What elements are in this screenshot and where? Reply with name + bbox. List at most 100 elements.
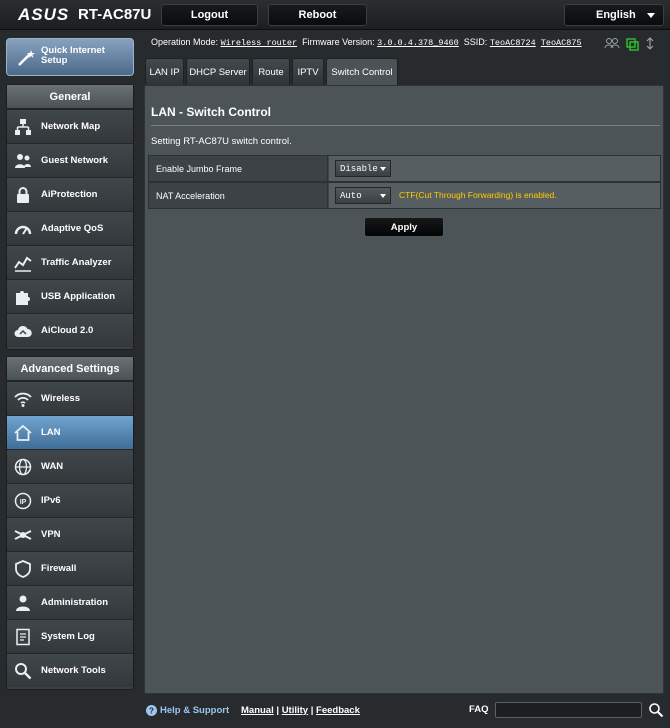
- sidebar-item-label: LAN: [41, 427, 61, 438]
- advanced-settings-title: Advanced Settings: [7, 357, 133, 381]
- feedback-link[interactable]: Feedback: [316, 705, 360, 716]
- tools-icon: [15, 663, 32, 680]
- sidebar-item-adaptive-qos[interactable]: Adaptive QoS: [7, 211, 133, 245]
- sidebar-item-administration[interactable]: Administration: [7, 585, 133, 619]
- wifi-icon: [14, 392, 32, 407]
- gauge-icon: [14, 225, 32, 235]
- home-icon: [14, 424, 32, 441]
- jumbo-frame-select[interactable]: Disable: [335, 160, 391, 177]
- separator: |: [310, 705, 314, 716]
- sidebar-item-aicloud[interactable]: AiCloud 2.0: [7, 313, 133, 347]
- tab-switch-control[interactable]: Switch Control: [326, 58, 398, 85]
- tab-route[interactable]: Route: [252, 58, 290, 85]
- nat-acceleration-label: NAT Acceleration: [149, 183, 328, 208]
- network-map-icon: [15, 119, 31, 135]
- qis-label: Quick Internet Setup: [41, 45, 105, 66]
- ssid-link-2[interactable]: TeoAC875: [541, 38, 582, 48]
- globe-icon: [14, 458, 32, 476]
- sidebar-item-firewall[interactable]: Firewall: [7, 551, 133, 585]
- sidebar-item-lan[interactable]: LAN: [7, 415, 133, 449]
- vpn-icon: [14, 530, 32, 540]
- wand-icon: [18, 50, 35, 66]
- jumbo-frame-row: Enable Jumbo Frame Disable: [148, 155, 661, 182]
- sidebar-item-system-log[interactable]: System Log: [7, 619, 133, 653]
- nat-acceleration-select[interactable]: Auto: [335, 187, 391, 204]
- sidebar-item-wan[interactable]: WAN: [7, 449, 133, 483]
- sidebar-item-label: Traffic Analyzer: [41, 257, 112, 268]
- sidebar-item-label: Wireless: [41, 393, 80, 404]
- apply-button[interactable]: Apply: [364, 217, 444, 237]
- sidebar-item-label: Network Tools: [41, 665, 106, 676]
- nat-acceleration-row: NAT Acceleration Auto CTF(Cut Through Fo…: [148, 182, 661, 209]
- logout-button[interactable]: Logout: [161, 4, 258, 26]
- search-icon[interactable]: [648, 702, 664, 718]
- operation-mode-link[interactable]: Wireless router: [221, 38, 298, 48]
- jumbo-frame-value-cell: Disable: [329, 156, 660, 181]
- sidebar-item-vpn[interactable]: VPN: [7, 517, 133, 551]
- status-bar: Operation Mode: Wireless router Firmware…: [151, 37, 582, 48]
- sidebar-item-traffic-analyzer[interactable]: Traffic Analyzer: [7, 245, 133, 279]
- nat-acceleration-selected: Auto: [340, 190, 362, 201]
- sidebar-item-wireless[interactable]: Wireless: [7, 381, 133, 415]
- sidebar-item-label: VPN: [41, 529, 61, 540]
- sidebar-item-label: AiCloud 2.0: [41, 325, 94, 336]
- sidebar-item-network-tools[interactable]: Network Tools: [7, 653, 133, 687]
- sidebar-item-ipv6[interactable]: IP IPv6: [7, 483, 133, 517]
- page-description: Setting RT-AC87U switch control.: [151, 136, 292, 147]
- language-select[interactable]: English: [564, 4, 664, 26]
- chevron-down-icon: [380, 167, 386, 171]
- user-icon: [16, 595, 30, 611]
- sidebar-item-label: System Log: [41, 631, 95, 642]
- reboot-button[interactable]: Reboot: [268, 4, 367, 26]
- firmware-version-link[interactable]: 3.0.0.4.378_9460: [377, 38, 459, 48]
- faq-label: FAQ: [469, 704, 489, 715]
- sidebar-item-network-map[interactable]: Network Map: [7, 109, 133, 143]
- lock-icon: [17, 187, 29, 203]
- chevron-down-icon: [380, 194, 386, 198]
- sidebar-item-label: IPv6: [41, 495, 61, 506]
- sidebar-item-guest-network[interactable]: Guest Network: [7, 143, 133, 177]
- connection-status-icon[interactable]: [626, 38, 639, 51]
- nat-acceleration-value-cell: Auto CTF(Cut Through Forwarding) is enab…: [329, 183, 660, 208]
- help-icon: ?: [146, 705, 157, 716]
- faq-search-input[interactable]: [495, 702, 642, 718]
- sidebar-item-label: Network Map: [41, 121, 101, 132]
- tab-iptv[interactable]: IPTV: [292, 58, 324, 85]
- guest-network-icon: [15, 154, 31, 168]
- ssid-label: SSID:: [463, 37, 488, 47]
- ssid-link-1[interactable]: TeoAC8724: [490, 38, 536, 48]
- clients-icon[interactable]: [604, 38, 620, 49]
- tab-lan-ip[interactable]: LAN IP: [145, 58, 184, 85]
- manual-link[interactable]: Manual: [241, 705, 274, 716]
- footer-links: Manual | Utility | Feedback: [241, 705, 360, 716]
- router-model: RT-AC87U: [78, 6, 152, 23]
- sidebar-item-label: USB Application: [41, 291, 116, 302]
- ctf-status-note: CTF(Cut Through Forwarding) is enabled.: [399, 190, 557, 200]
- chevron-down-icon: [647, 13, 655, 18]
- quick-internet-setup-button[interactable]: Quick Internet Setup: [6, 38, 134, 76]
- tab-dhcp-server[interactable]: DHCP Server: [186, 58, 250, 85]
- svg-text:?: ?: [149, 707, 154, 716]
- sidebar-item-label: Guest Network: [41, 155, 109, 166]
- jumbo-frame-label: Enable Jumbo Frame: [149, 156, 328, 181]
- help-support[interactable]: ? Help & Support: [146, 705, 229, 716]
- firmware-label: Firmware Version:: [302, 37, 375, 47]
- separator: |: [276, 705, 280, 716]
- asus-logo: ASUS: [18, 5, 70, 24]
- ipv6-icon: IP: [14, 492, 32, 510]
- title-divider: [151, 125, 660, 126]
- svg-text:IP: IP: [20, 499, 27, 506]
- sidebar-item-label: AiProtection: [41, 189, 98, 200]
- language-label: English: [596, 9, 636, 21]
- usb-status-icon[interactable]: [646, 37, 654, 50]
- operation-mode-label: Operation Mode:: [151, 37, 219, 47]
- utility-link[interactable]: Utility: [282, 705, 308, 716]
- sidebar-item-usb-application[interactable]: USB Application: [7, 279, 133, 313]
- chart-icon: [14, 256, 32, 272]
- sidebar-item-label: Administration: [41, 597, 109, 608]
- sidebar-item-aiprotection[interactable]: AiProtection: [7, 177, 133, 211]
- jumbo-frame-selected: Disable: [340, 163, 378, 174]
- sidebar-item-label: Adaptive QoS: [41, 223, 104, 234]
- puzzle-icon: [16, 291, 30, 305]
- advanced-settings-menu: Advanced Settings Wireless LAN WAN IP IP…: [6, 356, 134, 690]
